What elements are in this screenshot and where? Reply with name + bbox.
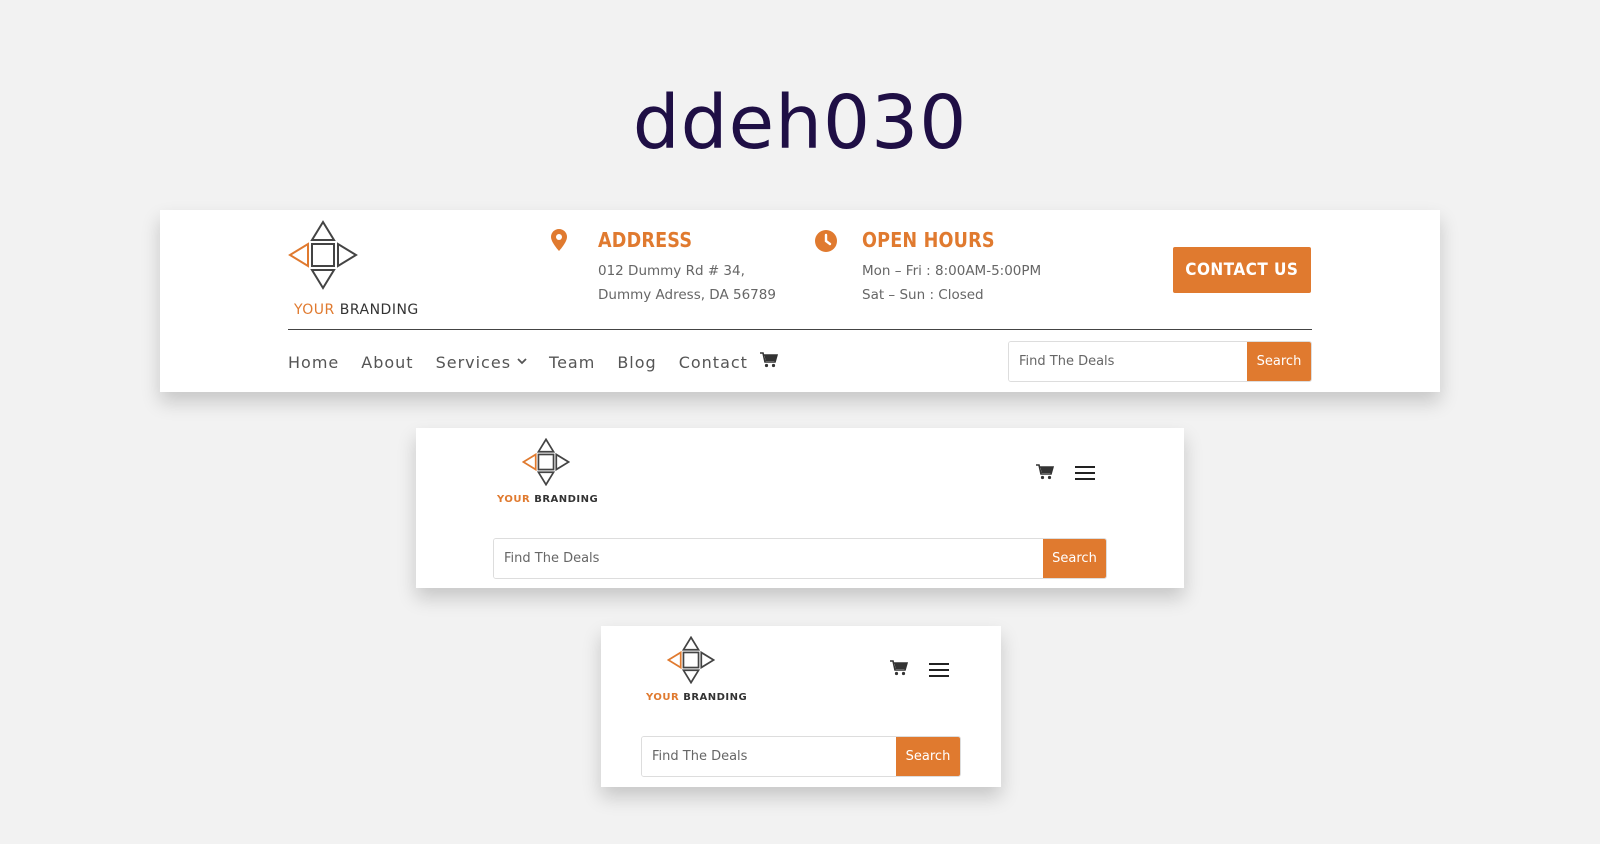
contact-us-label: CONTACT US xyxy=(1185,260,1299,280)
hamburger-menu-icon[interactable] xyxy=(1075,466,1095,484)
cart-icon[interactable] xyxy=(890,660,909,680)
brand-logo-icon[interactable] xyxy=(667,636,715,684)
search-input[interactable] xyxy=(1009,342,1247,381)
address-line-1: 012 Dummy Rd # 34, xyxy=(598,263,745,279)
search-input[interactable] xyxy=(494,539,1043,578)
nav-team[interactable]: Team xyxy=(549,353,595,372)
cart-icon[interactable] xyxy=(759,352,779,372)
nav-home[interactable]: Home xyxy=(288,353,339,372)
chevron-down-icon xyxy=(517,357,527,368)
search-form: Search xyxy=(493,538,1107,579)
tablet-header-preview: YOUR BRANDING Search xyxy=(416,428,1184,588)
brand-word: BRANDING xyxy=(534,494,599,505)
brand-logo-icon[interactable] xyxy=(288,220,358,290)
search-button[interactable]: Search xyxy=(1247,342,1311,381)
hours-line-1: Mon – Fri : 8:00AM-5:00PM xyxy=(862,263,1042,279)
header-divider xyxy=(288,329,1312,330)
mobile-header-preview: YOUR BRANDING Search xyxy=(601,626,1001,787)
brand-logo-icon[interactable] xyxy=(522,438,570,486)
nav-contact[interactable]: Contact xyxy=(679,353,748,372)
brand-accent-word: YOUR xyxy=(497,494,531,505)
nav-blog[interactable]: Blog xyxy=(617,353,656,372)
brand-word: BRANDING xyxy=(683,692,748,703)
main-nav: Home About Services Team Blog Contact xyxy=(288,352,779,372)
brand-word: BRANDING xyxy=(339,302,419,318)
map-pin-icon xyxy=(551,229,567,255)
contact-us-button[interactable]: CONTACT US xyxy=(1173,247,1311,293)
clock-icon xyxy=(815,230,837,256)
search-form: Search xyxy=(641,736,961,777)
brand-name: YOUR BRANDING xyxy=(646,692,747,703)
cart-icon[interactable] xyxy=(1036,464,1055,484)
search-input[interactable] xyxy=(642,737,896,776)
brand-name: YOUR BRANDING xyxy=(497,494,598,505)
nav-services[interactable]: Services xyxy=(436,353,527,372)
hours-title: OPEN HOURS xyxy=(862,228,995,252)
nav-about[interactable]: About xyxy=(361,353,413,372)
page-title: ddeh030 xyxy=(632,80,968,166)
brand-accent-word: YOUR xyxy=(646,692,680,703)
brand-accent-word: YOUR xyxy=(294,302,335,318)
address-title: ADDRESS xyxy=(598,228,693,252)
desktop-header-preview: YOUR BRANDING ADDRESS 012 Dummy Rd # 34,… xyxy=(160,210,1440,392)
hours-line-2: Sat – Sun : Closed xyxy=(862,287,984,303)
address-line-2: Dummy Adress, DA 56789 xyxy=(598,287,776,303)
nav-services-label: Services xyxy=(435,352,512,372)
search-button[interactable]: Search xyxy=(1043,539,1106,578)
search-form: Search xyxy=(1008,341,1312,382)
search-button[interactable]: Search xyxy=(896,737,960,776)
brand-name: YOUR BRANDING xyxy=(294,302,419,318)
hamburger-menu-icon[interactable] xyxy=(929,663,949,681)
